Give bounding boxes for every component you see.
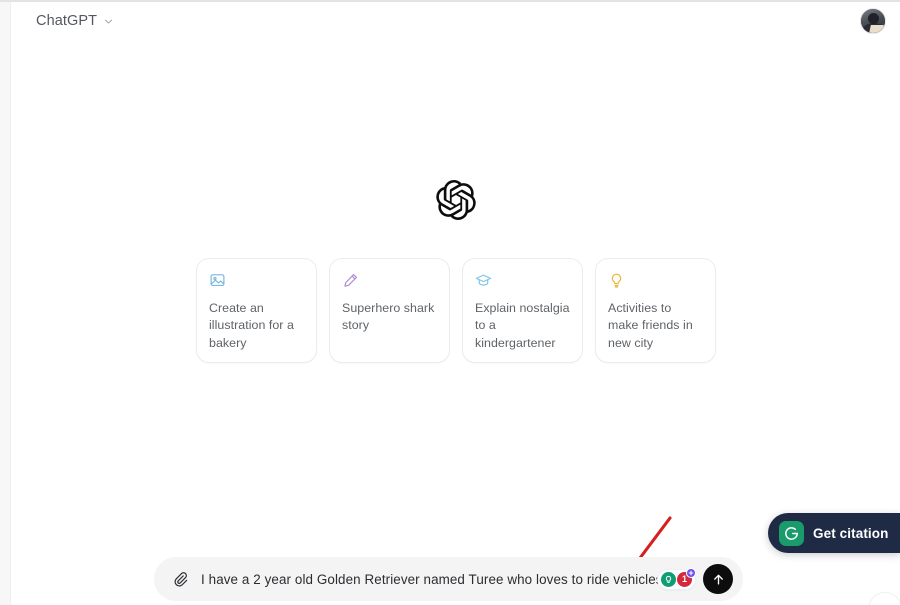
suggestion-card-illustration[interactable]: Create an illustration for a bakery	[196, 257, 317, 363]
sidebar-rail[interactable]	[0, 2, 11, 605]
image-icon	[210, 273, 225, 286]
composer-text-before: I have a	[201, 571, 254, 587]
attach-file-button[interactable]	[168, 567, 192, 591]
pencil-edit-icon	[344, 273, 358, 287]
get-citation-button[interactable]: Get citation	[768, 513, 900, 553]
composer-wrapper: I have a 2 year old Golden Retriever nam…	[154, 557, 743, 601]
issue-count-badge[interactable]: 1	[677, 567, 696, 587]
message-input[interactable]: I have a 2 year old Golden Retriever nam…	[192, 572, 658, 587]
suggestion-card-label: Activities to make friends in new city	[608, 300, 693, 350]
welcome-stage: Create an illustration for a bakery Supe…	[12, 2, 900, 540]
suggestion-card-activities[interactable]: Activities to make friends in new city	[595, 257, 716, 363]
suggestion-card-label: Explain nostalgia to a kindergartener	[475, 300, 570, 350]
plus-icon[interactable]	[686, 567, 696, 578]
arrow-up-icon	[713, 574, 723, 585]
chatgpt-app: ChatGPT Create an illustration for a bak…	[12, 2, 900, 605]
assistant-badge-pill[interactable]: 1	[658, 567, 696, 589]
composer-flagged-text[interactable]: 2 year old	[253, 572, 313, 587]
get-citation-label: Get citation	[813, 525, 889, 541]
suggestion-card-shark-story[interactable]: Superhero shark story	[329, 257, 450, 363]
lightbulb-icon[interactable]	[661, 571, 676, 587]
message-composer[interactable]: I have a 2 year old Golden Retriever nam…	[154, 557, 743, 601]
graduation-cap-icon	[475, 274, 492, 286]
paperclip-icon	[174, 572, 188, 587]
lightbulb-icon	[611, 273, 622, 288]
send-button[interactable]	[703, 564, 733, 594]
suggestion-card-nostalgia[interactable]: Explain nostalgia to a kindergartener	[462, 257, 583, 363]
composer-text-after: Golden Retriever named Turee who loves t…	[313, 571, 658, 587]
writing-assistant-badges[interactable]: 1	[658, 567, 696, 589]
suggestion-card-label: Create an illustration for a bakery	[209, 300, 294, 350]
suggestion-card-label: Superhero shark story	[342, 300, 435, 333]
suggestion-cards: Create an illustration for a bakery Supe…	[196, 257, 716, 363]
grammarly-g-icon	[779, 520, 804, 546]
openai-logo-icon	[436, 179, 476, 220]
